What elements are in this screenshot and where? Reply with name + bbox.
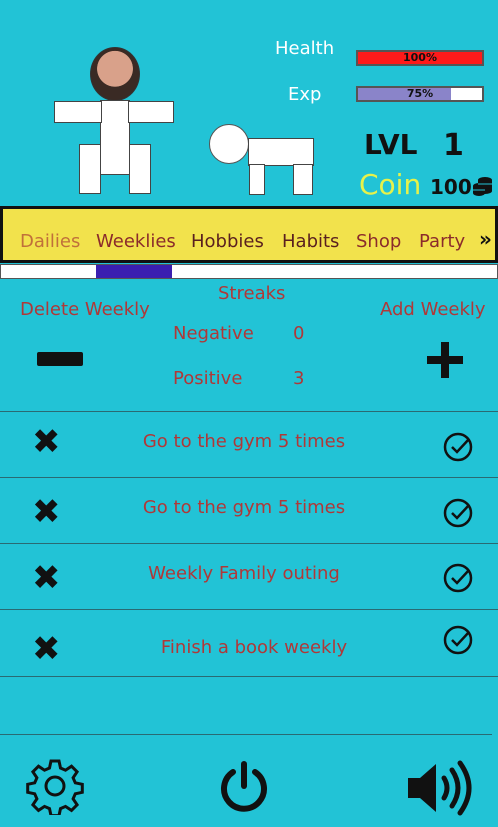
tab-hobbies[interactable]: Hobbies bbox=[191, 231, 264, 252]
level-value: 1 bbox=[443, 128, 464, 163]
coin-label: Coin bbox=[359, 168, 422, 201]
tab-indicator-track bbox=[0, 264, 498, 279]
volume-icon[interactable] bbox=[406, 760, 472, 816]
tabs-more-icon[interactable]: » bbox=[479, 227, 492, 251]
delete-item-icon[interactable]: ✖ bbox=[32, 425, 61, 459]
tab-habits[interactable]: Habits bbox=[282, 231, 339, 252]
health-label: Health bbox=[275, 38, 335, 59]
complete-check-icon[interactable] bbox=[443, 625, 473, 655]
negative-value: 0 bbox=[293, 323, 305, 344]
weekly-task-label: Weekly Family outing bbox=[148, 563, 340, 584]
tab-weeklies[interactable]: Weeklies bbox=[96, 231, 176, 252]
streaks-title: Streaks bbox=[218, 283, 286, 304]
positive-label: Positive bbox=[173, 368, 243, 389]
pet-back-leg bbox=[293, 164, 313, 195]
character-right-arm bbox=[128, 101, 174, 123]
pet-front-leg bbox=[249, 164, 265, 195]
complete-check-icon[interactable] bbox=[443, 432, 473, 462]
power-icon[interactable] bbox=[218, 760, 270, 814]
delete-item-icon[interactable]: ✖ bbox=[32, 632, 61, 666]
tab-indicator-active bbox=[96, 265, 172, 278]
tab-shop[interactable]: Shop bbox=[356, 231, 401, 252]
weekly-task-label: Go to the gym 5 times bbox=[142, 497, 346, 518]
level-label: LVL bbox=[364, 128, 418, 161]
list-item: ✖ Go to the gym 5 times bbox=[0, 477, 498, 544]
exp-value: 75% bbox=[406, 87, 434, 100]
bottom-bar-divider bbox=[0, 734, 492, 735]
list-item: ✖ Go to the gym 5 times bbox=[0, 411, 498, 478]
complete-check-icon[interactable] bbox=[443, 498, 473, 528]
plus-icon-vertical bbox=[441, 342, 449, 378]
pet-head bbox=[209, 124, 249, 164]
negative-label: Negative bbox=[173, 323, 254, 344]
coins-icon bbox=[473, 177, 492, 196]
weekly-task-label: Finish a book weekly bbox=[160, 637, 348, 658]
pet-body bbox=[248, 138, 314, 166]
complete-check-icon[interactable] bbox=[443, 563, 473, 593]
tab-dailies[interactable]: Dailies bbox=[20, 231, 80, 252]
tab-party[interactable]: Party bbox=[419, 231, 465, 252]
tab-bar: Dailies Weeklies Hobbies Habits Shop Par… bbox=[0, 206, 498, 263]
character-left-leg bbox=[79, 144, 101, 194]
delete-item-icon[interactable]: ✖ bbox=[32, 561, 61, 595]
exp-bar: 75% bbox=[356, 86, 484, 102]
list-item: ✖ Finish a book weekly bbox=[0, 609, 498, 677]
delete-weekly-label: Delete Weekly bbox=[20, 299, 150, 320]
delete-item-icon[interactable]: ✖ bbox=[32, 495, 61, 529]
list-item: ✖ Weekly Family outing bbox=[0, 543, 498, 610]
exp-label: Exp bbox=[288, 84, 322, 105]
character-right-leg bbox=[129, 144, 151, 194]
settings-gear-icon[interactable] bbox=[26, 757, 84, 815]
health-bar: 100% bbox=[356, 50, 484, 66]
health-value: 100% bbox=[403, 51, 437, 64]
delete-weekly-button[interactable] bbox=[37, 352, 83, 366]
avatar[interactable] bbox=[90, 47, 140, 101]
positive-value: 3 bbox=[293, 368, 305, 389]
add-weekly-button[interactable] bbox=[427, 342, 463, 378]
character-torso bbox=[100, 100, 130, 175]
weekly-task-label: Go to the gym 5 times bbox=[142, 431, 346, 452]
add-weekly-label: Add Weekly bbox=[380, 299, 486, 320]
character-left-arm bbox=[54, 101, 102, 123]
coin-value: 100 bbox=[430, 175, 472, 199]
